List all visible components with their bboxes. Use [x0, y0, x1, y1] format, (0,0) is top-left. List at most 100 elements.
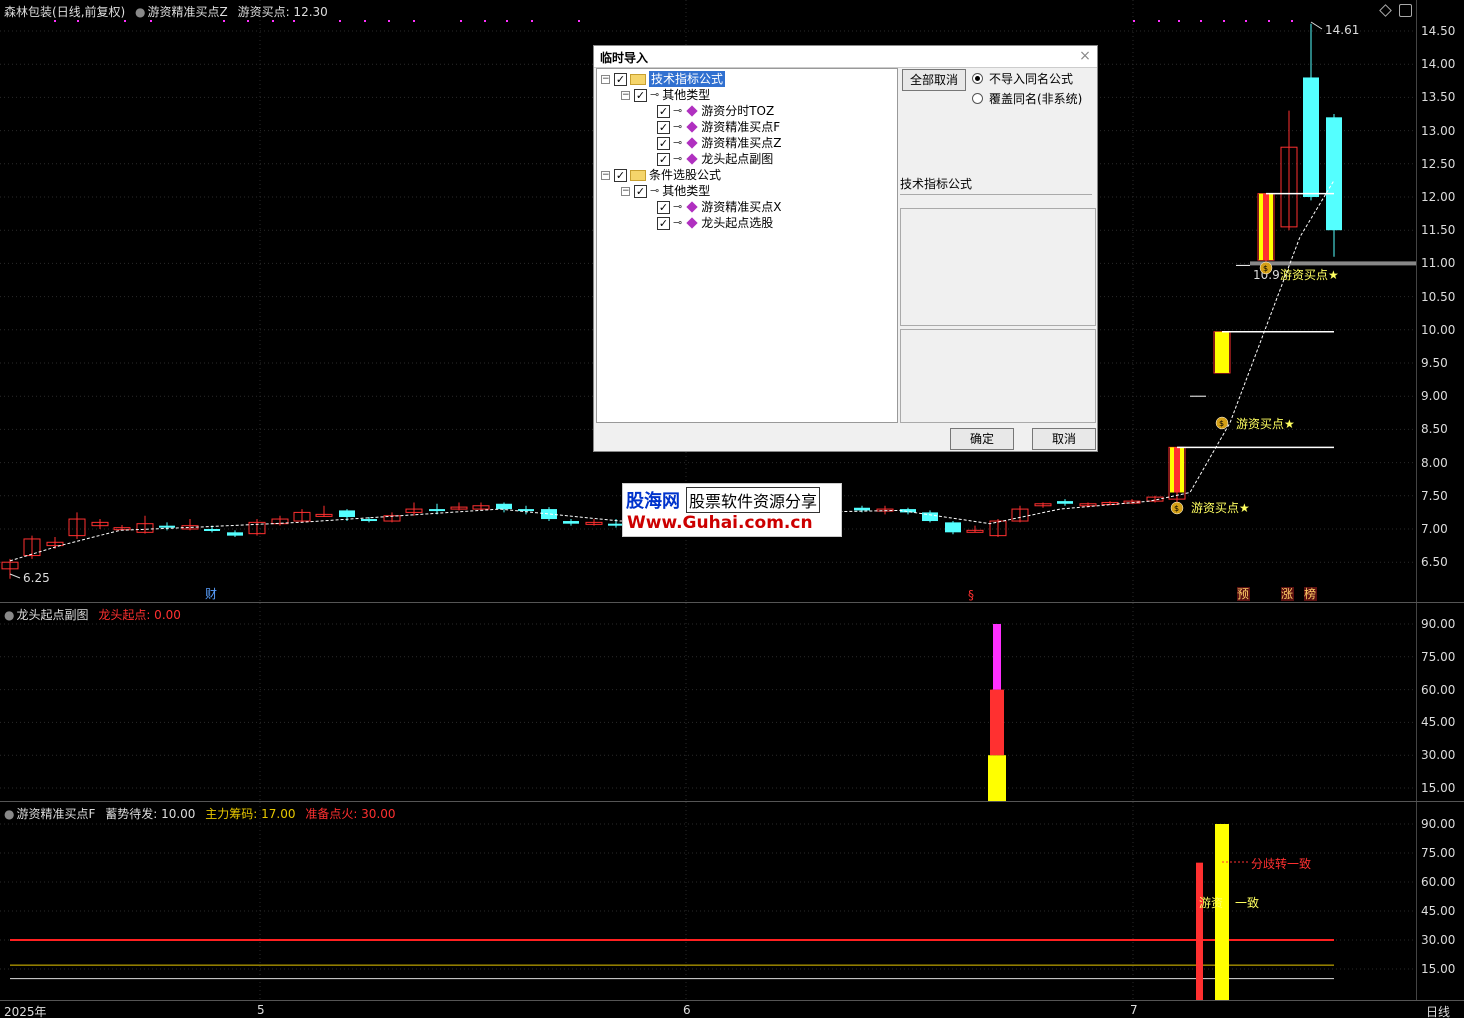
checkbox[interactable]: ✓: [657, 136, 670, 150]
axis-tick-label: 13.00: [1421, 123, 1456, 138]
candle-body-down: [496, 503, 512, 510]
sub2-toggle-icon[interactable]: ●: [4, 807, 14, 821]
sub1-toggle-icon[interactable]: ●: [4, 608, 14, 622]
sub-pane-youzi[interactable]: ● 游资精准买点F 蓄势待发: 10.00 主力筹码: 17.00 准备点火: 3…: [0, 802, 1416, 1000]
collapse-toggle-icon[interactable]: −: [601, 74, 610, 84]
tree-node-tech[interactable]: − ✓ 技术指标公式: [601, 71, 726, 87]
signal-dot: [77, 20, 79, 22]
tree-node-select[interactable]: − ✓ 条件选股公式: [601, 167, 721, 183]
tree-item[interactable]: ✓ ⊸ 游资分时TOZ: [657, 103, 774, 119]
axis-tick-label: 12.50: [1421, 156, 1456, 171]
candle-body-down: [900, 509, 916, 513]
axis-tick-label: 14.50: [1421, 24, 1456, 38]
signal-dot: [484, 20, 486, 22]
formula-icon: [686, 217, 698, 229]
youzi-label: 游资: [1199, 896, 1224, 910]
axis-tick-label: 7.00: [1421, 522, 1448, 536]
tree-label[interactable]: 条件选股公式: [649, 167, 721, 183]
radio-label[interactable]: 覆盖同名(非系统): [989, 90, 1082, 107]
tree-label[interactable]: 技术指标公式: [649, 71, 726, 87]
collapse-toggle-icon[interactable]: −: [621, 90, 630, 100]
sub1-name[interactable]: 龙头起点副图: [16, 608, 88, 622]
formula-icon: [686, 137, 698, 149]
youzi-bar-yellow: [1215, 824, 1229, 1000]
tree-label[interactable]: 其他类型: [662, 87, 710, 103]
radio-label[interactable]: 不导入同名公式: [989, 70, 1073, 87]
sub-pane-longtou[interactable]: ● 龙头起点副图 龙头起点: 0.00: [0, 603, 1416, 801]
candle-body-down: [541, 509, 557, 520]
signal-dot: [1268, 20, 1270, 22]
signal-dot: [506, 20, 508, 22]
high-pointer: [1310, 21, 1323, 30]
candle-body-down: [1057, 501, 1073, 504]
collapse-toggle-icon[interactable]: −: [621, 186, 630, 196]
radio-overwrite[interactable]: 覆盖同名(非系统): [972, 90, 1082, 107]
divider: [900, 194, 1092, 195]
tree-item[interactable]: ✓ ⊸ 游资精准买点Z: [657, 135, 781, 151]
signal-dot: [1133, 20, 1135, 22]
radio-skip-same[interactable]: 不导入同名公式: [972, 70, 1073, 87]
signal-dot: [1223, 20, 1225, 22]
checkbox[interactable]: ✓: [657, 104, 670, 118]
cancel-button[interactable]: 取消: [1032, 428, 1096, 450]
checkbox[interactable]: ✓: [657, 200, 670, 214]
collapse-icon[interactable]: [1399, 4, 1412, 17]
candle-body-down: [361, 519, 377, 522]
month-5: 5: [257, 1003, 265, 1017]
formula-icon: [686, 121, 698, 133]
checkbox[interactable]: ✓: [634, 88, 647, 102]
tree-item[interactable]: ✓ ⊸ 龙头起点副图: [657, 151, 773, 167]
big-down-candle: [1303, 77, 1319, 197]
tree-label[interactable]: 游资精准买点F: [701, 119, 780, 135]
sub2-axis: 90.00 75.00 60.00 45.00 30.00 15.00: [1416, 802, 1464, 1000]
sub2-name[interactable]: 游资精准买点F: [16, 807, 95, 821]
checkbox[interactable]: ✓: [657, 152, 670, 166]
key-icon: ⊸: [673, 136, 683, 149]
tree-label[interactable]: 其他类型: [662, 183, 710, 199]
collapse-toggle-icon[interactable]: −: [601, 170, 610, 180]
indicator-name[interactable]: 游资精准买点Z: [148, 5, 228, 19]
signal-dot: [460, 20, 462, 22]
signal-dot: [272, 20, 274, 22]
candle-body-down: [563, 521, 579, 524]
period-selector[interactable]: 日线: [1426, 1003, 1450, 1018]
candle-body-down: [429, 509, 445, 512]
candle-body-down: [854, 507, 870, 511]
money-bag-symbol: $: [1263, 264, 1268, 273]
yizhi-label: 一致: [1235, 896, 1260, 910]
signal-dot: [223, 20, 225, 22]
tree-node-other1[interactable]: − ✓ ⊸ 其他类型: [621, 87, 710, 103]
tree-label[interactable]: 龙头起点选股: [701, 215, 773, 231]
radio-dot-icon[interactable]: [972, 73, 983, 84]
signal-dot: [1291, 20, 1293, 22]
tree-item[interactable]: ✓ ⊸ 游资精准买点X: [657, 199, 781, 215]
key-icon: ⊸: [650, 88, 660, 101]
tree-item[interactable]: ✓ ⊸ 游资精准买点F: [657, 119, 780, 135]
longtou-bar-yellow: [988, 755, 1006, 801]
checkbox[interactable]: ✓: [657, 120, 670, 134]
indicator-toggle-icon[interactable]: ●: [135, 5, 145, 19]
buy-point-label: 游资买点★: [1236, 417, 1295, 431]
tree-node-other2[interactable]: − ✓ ⊸ 其他类型: [621, 183, 710, 199]
tree-item[interactable]: ✓ ⊸ 龙头起点选股: [657, 215, 773, 231]
signal-dot: [150, 20, 152, 22]
tree-label[interactable]: 游资精准买点Z: [701, 135, 781, 151]
tree-label[interactable]: 游资精准买点X: [701, 199, 781, 215]
checkbox[interactable]: ✓: [657, 216, 670, 230]
radio-dot-icon[interactable]: [972, 93, 983, 104]
checkbox[interactable]: ✓: [614, 72, 627, 86]
buy-point-label: 游资买点★: [1280, 268, 1339, 282]
ok-button[interactable]: 确定: [950, 428, 1014, 450]
cancel-all-button[interactable]: 全部取消: [902, 69, 966, 91]
key-icon: ⊸: [673, 104, 683, 117]
signal-dot: [124, 20, 126, 22]
checkbox[interactable]: ✓: [614, 168, 627, 182]
tree-label[interactable]: 龙头起点副图: [701, 151, 773, 167]
event-marker-zhang: 涨: [1281, 586, 1293, 601]
import-dialog[interactable]: 临时导入 × − ✓ 技术指标公式 − ✓ ⊸ 其他类型 ✓ ⊸ 游资分时TOZ …: [593, 45, 1098, 452]
dialog-title[interactable]: 临时导入: [594, 46, 1097, 68]
checkbox[interactable]: ✓: [634, 184, 647, 198]
tree-label[interactable]: 游资分时TOZ: [701, 103, 774, 119]
close-icon[interactable]: ×: [1077, 48, 1093, 64]
formula-tree[interactable]: − ✓ 技术指标公式 − ✓ ⊸ 其他类型 ✓ ⊸ 游资分时TOZ ✓ ⊸ 游资精准…: [596, 68, 898, 423]
